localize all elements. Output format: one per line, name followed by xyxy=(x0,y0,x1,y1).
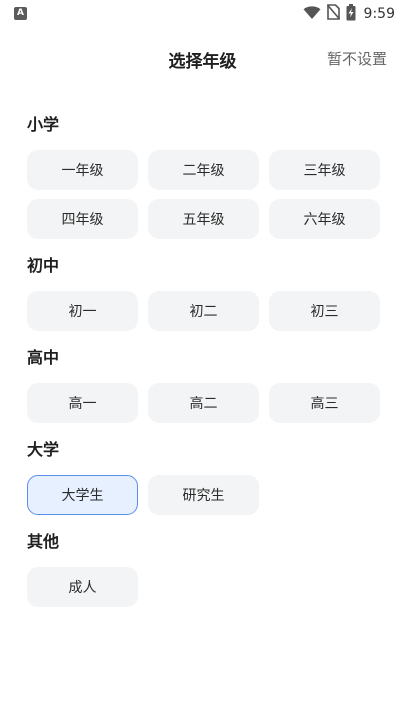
section-title: 初中 xyxy=(27,256,60,275)
grade-option-button[interactable]: 高一 xyxy=(27,383,138,423)
grade-option-button[interactable]: 初二 xyxy=(148,291,259,331)
status-icons: 9:59 xyxy=(303,3,395,25)
grade-option-button[interactable]: 高二 xyxy=(148,383,259,423)
grade-option-button[interactable]: 大学生 xyxy=(27,475,138,515)
grade-option-button[interactable]: 初三 xyxy=(269,291,380,331)
grade-option-group: 大学生 研究生 xyxy=(27,475,387,515)
grade-option-button[interactable]: 初一 xyxy=(27,291,138,331)
grade-sections: 小学一年级 二年级 三年级四年级 五年级 六年级初中初一 初二 初三高中高一 高二 高三大学大学… xyxy=(27,112,387,621)
status-bar: A 9:59 xyxy=(0,0,405,28)
header: 选择年级 暂不设置 xyxy=(0,40,405,76)
grade-option-group: 一年级 二年级 三年级四年级 五年级 六年级 xyxy=(27,150,387,239)
grade-option-button[interactable]: 五年级 xyxy=(148,199,259,239)
grade-option-button[interactable]: 二年级 xyxy=(148,150,259,190)
skip-button[interactable]: 暂不设置 xyxy=(327,48,387,69)
no-sim-icon xyxy=(326,4,340,24)
grade-option-group: 成人 xyxy=(27,567,387,607)
grade-option-button[interactable]: 六年级 xyxy=(269,199,380,239)
grade-option-button[interactable]: 四年级 xyxy=(27,199,138,239)
battery-charging-icon xyxy=(346,3,356,25)
app-notification-icon: A xyxy=(14,7,27,20)
grade-option-button[interactable]: 三年级 xyxy=(269,150,380,190)
section-title: 其他 xyxy=(27,532,60,551)
section-title: 小学 xyxy=(27,115,60,134)
wifi-icon xyxy=(303,5,321,24)
grade-option-group: 高一 高二 高三 xyxy=(27,383,387,423)
section-title: 大学 xyxy=(27,440,60,459)
grade-option-button[interactable]: 成人 xyxy=(27,567,138,607)
section-title: 高中 xyxy=(27,348,60,367)
grade-option-group: 初一 初二 初三 xyxy=(27,291,387,331)
grade-option-button[interactable]: 研究生 xyxy=(148,475,259,515)
status-time: 9:59 xyxy=(363,6,395,22)
grade-option-button[interactable]: 高三 xyxy=(269,383,380,423)
grade-option-button[interactable]: 一年级 xyxy=(27,150,138,190)
